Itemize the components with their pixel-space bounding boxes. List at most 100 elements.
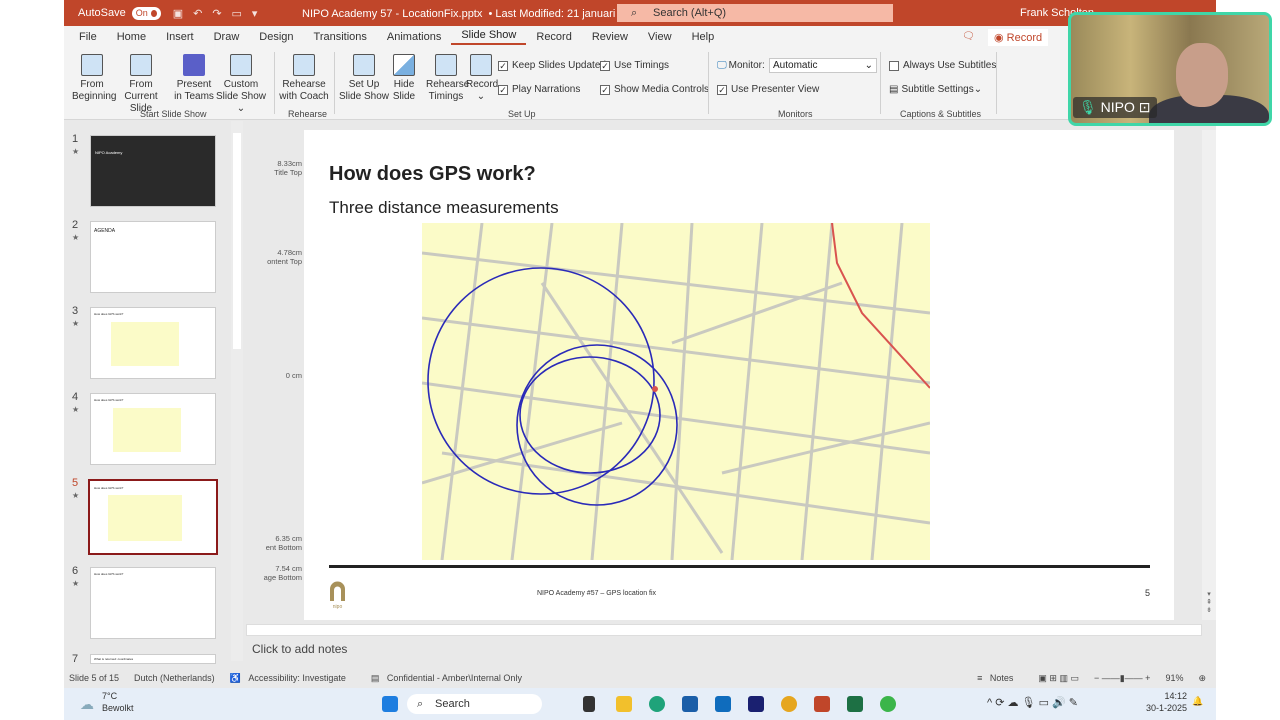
slide-subtitle[interactable]: Three distance measurements [329, 198, 559, 218]
tab-slide-show[interactable]: Slide Show [451, 29, 527, 45]
presenter-view-checkbox[interactable]: ✓ Use Presenter View [717, 84, 819, 95]
slide-thumbnail-5-selected[interactable]: How does GPS work? [88, 479, 218, 555]
thumb-number: 3 [72, 305, 79, 317]
from-beginning-button[interactable]: From Beginning [72, 54, 116, 103]
slide-title[interactable]: How does GPS work? [329, 163, 536, 186]
task-view-icon[interactable] [583, 696, 595, 712]
group-monitors: Monitors [778, 109, 813, 119]
rehearse-coach-button[interactable]: Rehearse with Coach [278, 54, 330, 103]
tab-help[interactable]: Help [682, 31, 725, 43]
label: Always Use Subtitles [903, 60, 997, 71]
custom-show-button[interactable]: Custom Slide Show ⌄ [214, 54, 268, 115]
view-buttons[interactable]: ▣ ⊞ ▥ ▭ [1038, 673, 1079, 684]
slide-thumbnail-4[interactable]: How does GPS work? [90, 393, 216, 465]
rehearse-timings-button[interactable]: Rehearse Timings [426, 54, 470, 103]
label: Set Up Slide Show [338, 79, 390, 102]
slide-number: 5 [1145, 588, 1151, 598]
tab-review[interactable]: Review [582, 31, 638, 43]
slide-thumbnail-7[interactable]: What is returned: coordinates [90, 654, 216, 664]
document-title[interactable]: NIPO Academy 57 - LocationFix.pptx • Las… [302, 7, 628, 20]
street-map-image[interactable] [422, 223, 930, 560]
file-explorer-icon[interactable] [616, 696, 632, 712]
taskbar-search[interactable]: ⌕ Search [407, 694, 542, 714]
ribbon: From Beginning From Current Slide Presen… [64, 48, 1216, 120]
clock-time[interactable]: 14:12 [1137, 691, 1187, 701]
slide-thumbnail-6[interactable]: How does GPS work? [90, 567, 216, 639]
scroll-arrows[interactable]: ▾ ⇞ ⇟ [1202, 590, 1216, 614]
zoom-level[interactable]: 91% [1165, 673, 1183, 683]
from-current-button[interactable]: From Current Slide [114, 54, 168, 115]
slide-canvas[interactable]: How does GPS work? Three distance measur… [304, 130, 1174, 620]
set-up-slideshow-button[interactable]: Set Up Slide Show [338, 54, 390, 103]
app-green-icon[interactable] [880, 696, 896, 712]
record-button[interactable]: ◉ Record [988, 29, 1049, 46]
tab-draw[interactable]: Draw [204, 31, 250, 43]
notification-bell-icon[interactable]: 🔔 [1192, 696, 1203, 707]
subtitle-settings-button[interactable]: ▤ Subtitle Settings ⌄ [889, 84, 982, 95]
clock-date[interactable]: 30-1-2025 [1137, 703, 1187, 713]
thumbnail-scrollbar[interactable] [231, 121, 243, 661]
thumb-number: 7 [72, 653, 79, 665]
quick-access-icons[interactable]: ▣↶↷▭▾ [173, 7, 268, 20]
thumb-text: How does GPS work? [94, 398, 124, 402]
edge-icon[interactable] [649, 696, 665, 712]
fit-slide-icon[interactable]: ⊕ [1198, 673, 1206, 684]
thumb-number: 5 [72, 477, 79, 489]
play-narrations-checkbox[interactable]: ✓ Play Narrations [498, 84, 580, 95]
slide-thumbnail-3[interactable]: How does GPS work? [90, 307, 216, 379]
tab-home[interactable]: Home [107, 31, 156, 43]
app-icon[interactable] [748, 696, 764, 712]
doc-name: NIPO Academy 57 - LocationFix.pptx [302, 8, 483, 20]
tab-transitions[interactable]: Transitions [304, 31, 377, 43]
search-icon: ⌕ [631, 7, 638, 19]
chrome-icon[interactable] [781, 696, 797, 712]
guide-content-bottom: 6.35 cm ent Bottom [266, 534, 302, 552]
use-timings-checkbox[interactable]: ✓ Use Timings [600, 60, 669, 71]
accessibility-button[interactable]: ♿ Accessibility: Investigate [230, 673, 356, 684]
tray-icons[interactable]: ^ ⟳ ☁ 🎙 ▭ 🔊 ✎ [987, 696, 1078, 709]
star-icon: ★ [72, 233, 80, 242]
language[interactable]: Dutch (Netherlands) [134, 673, 215, 683]
notes-pane[interactable]: Click to add notes [252, 642, 347, 656]
comments-icon[interactable]: 🗨 [962, 31, 975, 42]
tab-insert[interactable]: Insert [156, 31, 204, 43]
tab-design[interactable]: Design [249, 31, 303, 43]
notes-button[interactable]: ≡ Notes [977, 673, 1023, 683]
zoom-slider[interactable]: − ——▮—— + [1094, 673, 1150, 684]
hide-slide-button[interactable]: Hide Slide [390, 54, 418, 103]
monitor-icon: 🖵 [717, 60, 727, 71]
tab-file[interactable]: File [69, 31, 107, 43]
tab-record[interactable]: Record [526, 31, 581, 43]
record-dropdown-button[interactable]: Record ⌄ [466, 54, 498, 103]
monitor-select[interactable]: Automatic ⌄ [769, 58, 877, 73]
hide-slide-icon [393, 54, 415, 76]
horizontal-scrollbar[interactable] [246, 624, 1202, 636]
always-subtitles-checkbox[interactable]: Always Use Subtitles [889, 60, 996, 71]
v: 6.35 cm [275, 534, 302, 543]
search-box[interactable]: ⌕ Search (Alt+Q) [617, 4, 893, 22]
autosave-toggle[interactable]: On [131, 6, 161, 20]
label: Play Narrations [512, 84, 581, 95]
sensitivity-label[interactable]: ▤ Confidential - Amber\Internal Only [371, 673, 532, 684]
windows-start-icon[interactable] [382, 696, 398, 712]
scroll-thumb[interactable] [233, 133, 241, 349]
tab-view[interactable]: View [638, 31, 682, 43]
store-icon[interactable] [682, 696, 698, 712]
title-bar: AutoSave On ▣↶↷▭▾ NIPO Academy 57 - Loca… [64, 0, 1216, 26]
slide-scrollbar[interactable]: ▾ ⇞ ⇟ [1202, 130, 1216, 620]
map-preview [108, 495, 182, 541]
powerpoint-icon[interactable] [814, 696, 830, 712]
label: Rehearse Timings [426, 79, 470, 102]
tab-animations[interactable]: Animations [377, 31, 451, 43]
slide-thumbnail-1[interactable]: NIPO Academy [90, 135, 216, 207]
autosave-label: AutoSave [78, 7, 126, 19]
thumb-number: 6 [72, 565, 79, 577]
slide-thumbnail-2[interactable]: AGENDA [90, 221, 216, 293]
setup-icon [353, 54, 375, 76]
show-media-checkbox[interactable]: ✓ Show Media Controls [600, 84, 709, 95]
excel-icon[interactable] [847, 696, 863, 712]
present-teams-button[interactable]: Present in Teams [172, 54, 216, 103]
keep-updated-checkbox[interactable]: ✓ Keep Slides Updated [498, 60, 606, 71]
monitor-label: 🖵 Monitor: [717, 60, 765, 71]
outlook-icon[interactable] [715, 696, 731, 712]
